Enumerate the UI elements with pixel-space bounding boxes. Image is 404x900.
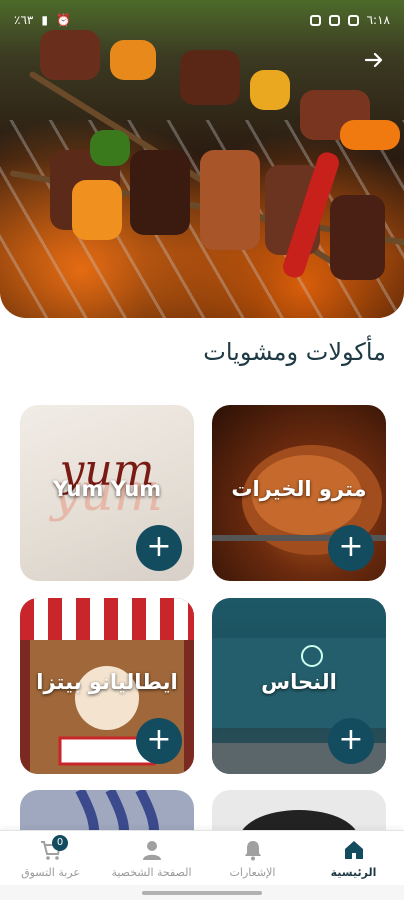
food-chunk [180, 50, 240, 105]
home-gesture-pill[interactable] [142, 891, 262, 895]
app-icon [309, 14, 321, 26]
nav-label: الصفحة الشخصية [111, 865, 192, 879]
food-chunk [330, 195, 385, 280]
nav-notifications[interactable]: الإشعارات [202, 831, 303, 885]
alarm-icon: ⏰ [55, 13, 71, 27]
nav-profile[interactable]: الصفحة الشخصية [101, 831, 202, 885]
forward-arrow-icon[interactable] [360, 50, 388, 78]
status-right: ٦:١٨ [309, 13, 390, 27]
nav-label: الإشعارات [229, 865, 276, 879]
food-chunk [340, 120, 400, 150]
status-time: ٦:١٨ [366, 13, 390, 27]
cart-badge: 0 [52, 835, 68, 851]
hero-banner-image: ٪٦٣ ▮ ⏰ ٦:١٨ [0, 0, 404, 318]
restaurant-card-yum-yum[interactable]: yum yum Yum Yum + [20, 405, 194, 581]
add-button[interactable]: + [136, 525, 182, 571]
restaurant-name: Yum Yum [52, 477, 162, 501]
restaurant-card-italiano[interactable]: ايطاليانو بيتزا + [20, 598, 194, 774]
restaurant-card-metro[interactable]: مترو الخيرات + [212, 405, 386, 581]
add-button[interactable]: + [328, 525, 374, 571]
section-title: مأكولات ومشويات [203, 338, 386, 366]
food-chunk [250, 70, 290, 110]
user-icon [142, 840, 161, 860]
nav-cart[interactable]: 0 عربة التسوق [0, 831, 101, 885]
nav-label: عربة التسوق [21, 865, 80, 879]
food-chunk [72, 180, 122, 240]
food-chunk [200, 150, 260, 250]
add-button[interactable]: + [136, 718, 182, 764]
food-chunk [130, 150, 190, 235]
restaurant-name: مترو الخيرات [231, 477, 367, 501]
status-bar: ٪٦٣ ▮ ⏰ ٦:١٨ [0, 0, 404, 40]
signal-icon: ▮ [41, 13, 48, 27]
add-button[interactable]: + [328, 718, 374, 764]
restaurant-name: ايطاليانو بيتزا [36, 670, 178, 694]
nav-home[interactable]: الرئيسية [303, 831, 404, 885]
restaurant-name: النحاس [261, 670, 337, 694]
food-chunk [110, 40, 156, 80]
bell-icon [244, 840, 261, 860]
app-icon [328, 14, 340, 26]
battery-text: ٪٦٣ [14, 13, 34, 27]
status-left: ٪٦٣ ▮ ⏰ [14, 13, 71, 27]
bottom-navigation: الرئيسية الإشعارات الصفحة الشخصية 0 عربة… [0, 830, 404, 885]
food-chunk [90, 130, 130, 166]
restaurant-card-nahas[interactable]: النحاس + [212, 598, 386, 774]
nav-label: الرئيسية [330, 865, 377, 879]
home-icon [344, 840, 363, 859]
image-icon [347, 14, 359, 26]
